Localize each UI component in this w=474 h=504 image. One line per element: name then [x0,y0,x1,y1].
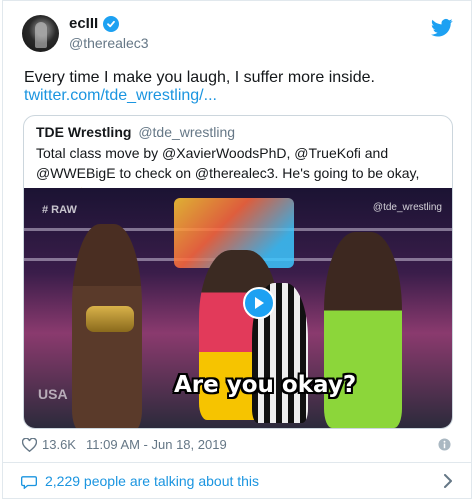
tweet-text: Every time I make you laugh, I suffer mo… [24,69,375,86]
conversation-footer[interactable]: 2,229 people are talking about this [2,462,472,499]
verified-badge-icon [103,15,120,32]
play-button[interactable] [243,287,275,319]
twitter-bird-icon[interactable] [431,18,453,38]
talking-count-text[interactable]: 2,229 people are talking about this [45,473,259,489]
quoted-tweet-header: TDE Wrestling @tde_wrestling [36,124,235,140]
info-icon[interactable] [438,438,451,451]
video-thumbnail[interactable]: # RAW @tde_wrestling USA Are you okay? [24,188,452,428]
author-avatar[interactable] [22,15,59,52]
chevron-right-icon[interactable] [443,474,453,488]
video-caption: Are you okay? [174,372,357,398]
comment-icon [21,475,37,489]
quoted-author-handle: @tde_wrestling [138,124,236,140]
quoted-author-name: TDE Wrestling [36,124,132,140]
embedded-tweet-card: ecIII @therealec3 Every time I make you … [2,0,472,473]
like-count[interactable]: 13.6K [42,437,76,452]
wrestler-right [324,232,402,428]
tweet-link[interactable]: twitter.com/tde_wrestling/... [24,87,217,105]
heart-icon[interactable] [22,437,37,452]
corner-tag: # RAW [42,204,77,216]
author-handle[interactable]: @therealec3 [69,35,149,51]
author-name[interactable]: ecIII [69,15,98,32]
tweet-meta: 13.6K 11:09 AM - Jun 18, 2019 [22,437,227,452]
championship-belt [86,306,134,332]
author-name-row[interactable]: ecIII [69,15,120,32]
talking-link[interactable]: 2,229 people are talking about this [21,473,259,489]
quoted-tweet[interactable]: TDE Wrestling @tde_wrestling Total class… [23,115,453,429]
play-icon [255,297,264,309]
tweet-timestamp[interactable]: 11:09 AM - Jun 18, 2019 [86,437,227,452]
network-tag: USA [38,386,68,402]
video-watermark: @tde_wrestling [372,202,442,213]
